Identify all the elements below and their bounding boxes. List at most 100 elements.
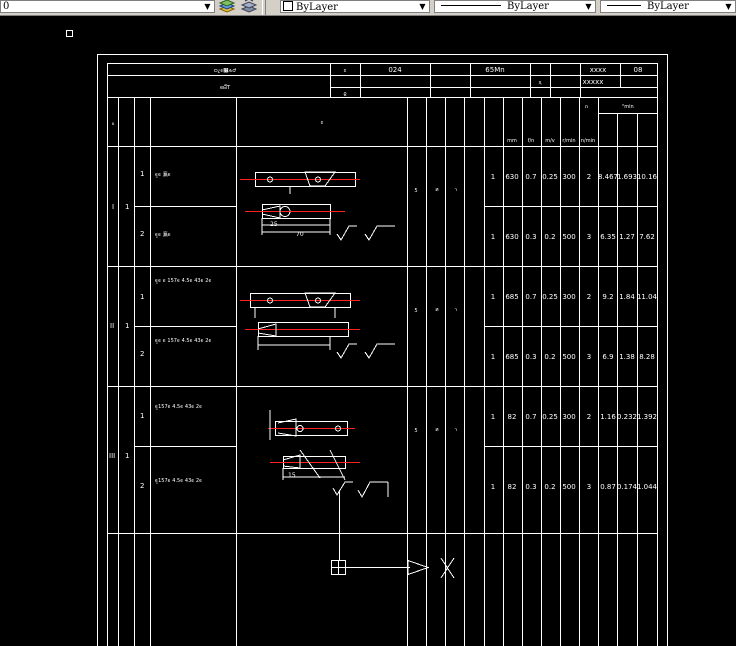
row-t1: 6.9 bbox=[602, 353, 613, 361]
linetype-dropdown[interactable]: ByLayer ▼ bbox=[434, 0, 596, 13]
row-feed: 0.2 bbox=[544, 233, 555, 241]
lineweight-dropdown-value: ByLayer bbox=[647, 1, 689, 12]
row-t1: 8.467 bbox=[598, 173, 618, 181]
row-step: 1 bbox=[140, 293, 144, 301]
row-t2: 1.38 bbox=[619, 353, 635, 361]
data-rows: I 1 1 ϵ̫ϵ 瀛ϵ ƽ ͷ ר 1 630 0.7 0.25 300 2 … bbox=[109, 170, 658, 491]
row-t2: 1.84 bbox=[619, 293, 635, 301]
row-rpm: 500 bbox=[562, 483, 575, 491]
row-rpm: 500 bbox=[562, 233, 575, 241]
row-t3: 8.28 bbox=[639, 353, 655, 361]
row-depth: 0.7 bbox=[525, 413, 536, 421]
sketch-op1: 70 25 bbox=[240, 171, 395, 241]
crosshair-cursor-icon bbox=[331, 490, 346, 575]
row-step: 2 bbox=[140, 350, 144, 358]
row-t3: 1.044 bbox=[637, 483, 658, 491]
row-n: 3 bbox=[587, 483, 591, 491]
row-depth: 0.3 bbox=[525, 233, 536, 241]
chevron-down-icon[interactable]: ▼ bbox=[583, 1, 594, 12]
xxxx-value: xxxx bbox=[590, 66, 607, 74]
col-head-install: װ bbox=[112, 121, 114, 127]
sketch-op2 bbox=[240, 292, 395, 359]
num-08-value: 08 bbox=[634, 66, 643, 74]
row-install: 1 bbox=[125, 203, 129, 211]
row-t3: 11.04 bbox=[637, 293, 658, 301]
row-install: 1 bbox=[125, 452, 129, 460]
row-desc: ϵ̫ϵ 瀛ϵ bbox=[155, 231, 171, 238]
viewport-corner-marker bbox=[66, 30, 73, 37]
row-install: 1 bbox=[125, 322, 129, 330]
sheet-label: ҳ bbox=[539, 80, 542, 86]
row-n: 3 bbox=[587, 233, 591, 241]
row-fixture: ר bbox=[455, 307, 458, 313]
row-passes: 1 bbox=[491, 413, 495, 421]
row-passes: 1 bbox=[491, 353, 495, 361]
row-gauge: ͷ bbox=[435, 307, 438, 313]
row-passes: 1 bbox=[491, 483, 495, 491]
xxxxx-value: xxxxx bbox=[583, 78, 604, 86]
chevron-down-icon[interactable]: ▼ bbox=[202, 1, 213, 12]
color-dropdown-value: ByLayer bbox=[296, 2, 338, 13]
dim-15: 15 bbox=[288, 472, 296, 479]
row-step: 2 bbox=[140, 230, 144, 238]
unit-mm: mm bbox=[507, 138, 517, 144]
sheet-title-line1: ѻ¿ϵ׾̸ѧԺ bbox=[214, 67, 236, 74]
chevron-down-icon[interactable]: ▼ bbox=[723, 1, 734, 12]
row-feed: 0.25 bbox=[542, 173, 558, 181]
material-label: ϱ bbox=[343, 91, 346, 97]
row-n: 2 bbox=[587, 413, 591, 421]
row-tool: ƽ bbox=[415, 187, 418, 193]
row-t1: 1.16 bbox=[600, 413, 616, 421]
row-desc: ϵ̫157ϵ 4.5ϵ 43ϵ 2ϵ bbox=[155, 404, 202, 410]
row-rpm: 300 bbox=[562, 173, 575, 181]
part-no-label: ͼ bbox=[344, 68, 347, 74]
row-tool: ƽ bbox=[415, 307, 418, 313]
header-grid bbox=[107, 63, 658, 98]
row-length: 685 bbox=[505, 353, 518, 361]
color-swatch-icon bbox=[283, 1, 293, 11]
row-depth: 0.7 bbox=[525, 293, 536, 301]
row-feed: 0.2 bbox=[544, 353, 555, 361]
row-t1: 0.87 bbox=[600, 483, 616, 491]
color-dropdown[interactable]: ByLayer ▼ bbox=[280, 0, 430, 13]
layer-dropdown[interactable]: 0 ▼ bbox=[0, 0, 215, 13]
row-depth: 0.3 bbox=[525, 353, 536, 361]
layer-dropdown-value: 0 bbox=[3, 1, 10, 12]
dim-70: 70 bbox=[296, 231, 304, 238]
chevron-down-icon[interactable]: ▼ bbox=[417, 1, 428, 12]
sheet-title-line2: еӹ̿Ƭ bbox=[220, 84, 231, 91]
lineweight-dropdown[interactable]: ByLayer ▼ bbox=[600, 0, 736, 13]
layer-stack-icon[interactable] bbox=[218, 0, 236, 14]
row-t3: 7.62 bbox=[639, 233, 655, 241]
unit-fn: f/n bbox=[528, 138, 535, 144]
row-feed: 0.25 bbox=[542, 293, 558, 301]
layer-previous-icon[interactable] bbox=[240, 0, 258, 14]
row-step: 2 bbox=[140, 482, 144, 490]
dim-25: 25 bbox=[270, 221, 278, 228]
row-roman: I bbox=[112, 203, 114, 211]
row-t2: 0.232 bbox=[617, 413, 637, 421]
col-head-sketch: ͼ bbox=[321, 120, 324, 126]
row-passes: 1 bbox=[491, 233, 495, 241]
drawing-canvas[interactable]: ѻ¿ϵ׾̸ѧԺ еӹ̿Ƭ ͼ ϱ 024 65Mn ҳ xxxx 08 xxxx… bbox=[0, 15, 736, 646]
row-step: 1 bbox=[140, 412, 144, 420]
row-n: 2 bbox=[587, 293, 591, 301]
row-desc: ϵ̫ϵ ϵ 157ϵ 4.5ϵ 43ϵ 2ϵ bbox=[155, 338, 212, 344]
row-t2: 1.693 bbox=[617, 173, 637, 181]
row-feed: 0.25 bbox=[542, 413, 558, 421]
row-length: 630 bbox=[505, 173, 518, 181]
col-head-time: ʱmin bbox=[622, 104, 633, 110]
lineweight-sample-icon bbox=[607, 5, 641, 6]
row-length: 82 bbox=[508, 413, 517, 421]
part-no-value: 024 bbox=[388, 66, 402, 74]
row-length: 685 bbox=[505, 293, 518, 301]
row-desc: ϵ̫157ϵ 4.5ϵ 43ϵ 2ϵ bbox=[155, 478, 202, 484]
row-length: 630 bbox=[505, 233, 518, 241]
direction-arrow-icon bbox=[345, 559, 430, 576]
row-fixture: ר bbox=[455, 427, 458, 433]
toolbar-separator bbox=[262, 0, 266, 15]
unit-nmin: n/min bbox=[581, 138, 595, 144]
sketch-op3: 15 bbox=[268, 410, 389, 499]
row-t1: 9.2 bbox=[602, 293, 613, 301]
row-n: 2 bbox=[587, 173, 591, 181]
